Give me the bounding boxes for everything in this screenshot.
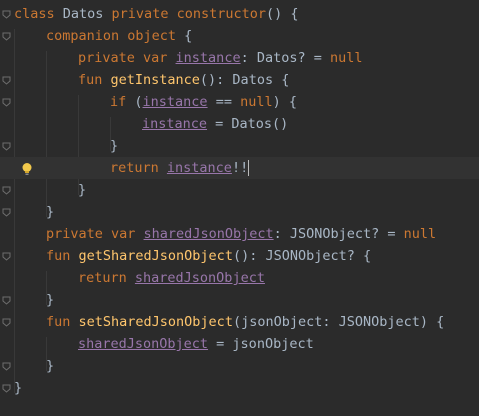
- fold-marker-icon[interactable]: [2, 296, 11, 305]
- code-line[interactable]: }: [0, 377, 479, 399]
- code-token: (): JSONObject? {: [232, 248, 372, 264]
- code-content: sharedJsonObject = jsonObject: [78, 333, 314, 355]
- code-content: private var sharedJsonObject: JSONObject…: [46, 223, 436, 245]
- code-token: if: [110, 94, 135, 110]
- code-token: instance: [142, 94, 208, 110]
- code-line[interactable]: companion object {: [0, 25, 479, 47]
- code-token: instance: [142, 116, 208, 132]
- code-line[interactable]: return sharedJsonObject: [0, 267, 479, 289]
- code-token: private constructor: [103, 6, 266, 22]
- code-token: sharedJsonObject: [143, 226, 274, 242]
- fold-marker-icon[interactable]: [2, 10, 11, 19]
- text-caret: [248, 160, 250, 176]
- code-token: = Datos(): [207, 116, 289, 132]
- code-token: }: [14, 380, 23, 396]
- code-token: sharedJsonObject: [78, 336, 209, 352]
- code-token: null: [403, 226, 437, 242]
- code-token: (: [134, 94, 143, 110]
- lightbulb-icon[interactable]: [21, 162, 33, 176]
- code-token: setSharedJsonObject: [78, 314, 233, 330]
- code-token: getInstance: [110, 72, 200, 88]
- code-token: : JSONObject? =: [273, 226, 404, 242]
- code-content: instance = Datos(): [142, 113, 288, 135]
- code-content: }: [46, 289, 54, 311]
- code-token: }: [46, 358, 55, 374]
- code-token: fun: [78, 72, 111, 88]
- code-line[interactable]: class Datos private constructor() {: [0, 3, 479, 25]
- fold-marker-icon[interactable]: [2, 384, 11, 393]
- code-line[interactable]: instance = Datos(): [0, 113, 479, 135]
- code-content: class Datos private constructor() {: [14, 3, 299, 25]
- code-token: !!: [231, 160, 249, 176]
- code-content: }: [78, 179, 86, 201]
- code-content: return instance!!: [110, 157, 250, 179]
- code-token: = jsonObject: [208, 336, 314, 352]
- code-token: Datos: [62, 6, 104, 22]
- code-token: return: [110, 160, 167, 176]
- code-line[interactable]: private var sharedJsonObject: JSONObject…: [0, 223, 479, 245]
- code-token: null: [329, 50, 363, 66]
- code-token: class: [14, 6, 63, 22]
- code-token: instance: [175, 50, 241, 66]
- code-line[interactable]: fun getInstance(): Datos {: [0, 69, 479, 91]
- code-content: private var instance: Datos? = null: [78, 47, 363, 69]
- fold-marker-icon[interactable]: [2, 98, 11, 107]
- fold-marker-icon[interactable]: [2, 142, 11, 151]
- code-line[interactable]: }: [0, 201, 479, 223]
- code-line[interactable]: fun setSharedJsonObject(jsonObject: JSON…: [0, 311, 479, 333]
- code-token: fun: [46, 248, 79, 264]
- fold-marker-icon[interactable]: [2, 318, 11, 327]
- code-token: }: [46, 292, 55, 308]
- code-token: () {: [265, 6, 299, 22]
- code-token: }: [46, 204, 55, 220]
- code-token: instance: [166, 160, 232, 176]
- code-token: getSharedJsonObject: [78, 248, 233, 264]
- code-content: }: [46, 355, 54, 377]
- fold-marker-icon[interactable]: [2, 32, 11, 41]
- fold-marker-icon[interactable]: [2, 76, 11, 85]
- code-token: return: [78, 270, 135, 286]
- code-content: }: [46, 201, 54, 223]
- code-content: }: [14, 377, 22, 399]
- fold-marker-icon[interactable]: [2, 208, 11, 217]
- code-content: return sharedJsonObject: [78, 267, 265, 289]
- code-token: companion object: [46, 28, 185, 44]
- code-line[interactable]: }: [0, 135, 479, 157]
- code-line[interactable]: if (instance == null) {: [0, 91, 479, 113]
- code-token: (): Datos {: [199, 72, 290, 88]
- code-line[interactable]: }: [0, 355, 479, 377]
- code-line[interactable]: }: [0, 289, 479, 311]
- code-editor[interactable]: class Datos private constructor() {compa…: [0, 0, 479, 416]
- fold-marker-icon[interactable]: [2, 362, 11, 371]
- code-line[interactable]: return instance!!: [0, 157, 479, 179]
- code-content: }: [110, 135, 118, 157]
- code-token: fun: [46, 314, 79, 330]
- code-token: : Datos? =: [240, 50, 330, 66]
- code-token: ==: [207, 94, 241, 110]
- code-content: companion object {: [46, 25, 192, 47]
- fold-marker-icon[interactable]: [2, 252, 11, 261]
- code-token: private var: [78, 50, 176, 66]
- code-token: (jsonObject: JSONObject) {: [232, 314, 445, 330]
- code-line[interactable]: fun getSharedJsonObject(): JSONObject? {: [0, 245, 479, 267]
- fold-marker-icon[interactable]: [2, 186, 11, 195]
- code-line[interactable]: sharedJsonObject = jsonObject: [0, 333, 479, 355]
- code-token: {: [184, 28, 193, 44]
- code-token: }: [78, 182, 87, 198]
- code-token: sharedJsonObject: [134, 270, 265, 286]
- code-content: if (instance == null) {: [110, 91, 297, 113]
- code-line[interactable]: }: [0, 179, 479, 201]
- code-content: fun getInstance(): Datos {: [78, 69, 289, 91]
- code-content: fun getSharedJsonObject(): JSONObject? {: [46, 245, 371, 267]
- code-token: private var: [46, 226, 144, 242]
- code-token: ) {: [272, 94, 297, 110]
- code-token: }: [110, 138, 119, 154]
- code-line[interactable]: private var instance: Datos? = null: [0, 47, 479, 69]
- code-content: fun setSharedJsonObject(jsonObject: JSON…: [46, 311, 444, 333]
- code-token: null: [240, 94, 273, 110]
